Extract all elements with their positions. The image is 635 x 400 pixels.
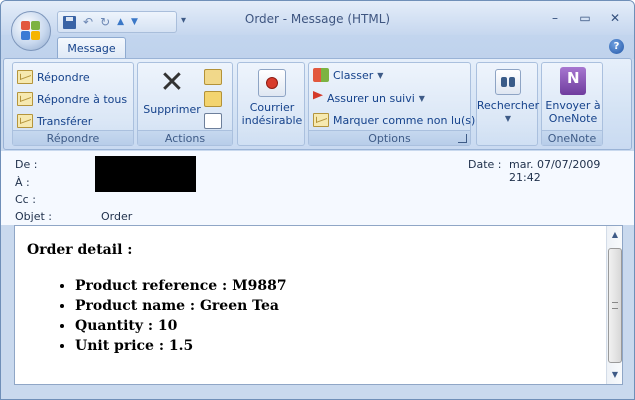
next-item-icon[interactable]: ▼	[131, 17, 138, 27]
group-label-options: Options	[309, 130, 470, 145]
minimize-button[interactable]: –	[542, 9, 568, 27]
junk-label-line2: indésirable	[241, 114, 303, 127]
help-icon[interactable]: ?	[609, 39, 624, 54]
onenote-label-line1: Envoyer à	[545, 99, 601, 112]
chevron-down-icon: ▼	[504, 114, 512, 123]
junk-mail-button[interactable]: Courrier indésirable	[241, 69, 303, 127]
find-label: Rechercher	[476, 99, 540, 112]
group-repondre: Répondre Répondre à tous Transférer Répo…	[12, 62, 134, 146]
find-button[interactable]: Rechercher ▼	[476, 69, 540, 125]
date-value: mar. 07/07/2009 21:42	[509, 158, 601, 184]
list-item: Quantity : 10	[75, 316, 287, 336]
quick-access-toolbar: ↶ ↻ ▲ ▼	[57, 11, 177, 33]
date-label: Date :	[468, 158, 502, 171]
to-label: À :	[15, 176, 30, 189]
customize-toolbar-icon[interactable]: ▾	[181, 15, 186, 26]
mark-unread-icon	[313, 113, 329, 127]
categorize-button[interactable]: Classer ▼	[313, 68, 383, 82]
window-controls: – ▭ ✕	[542, 9, 628, 27]
delete-icon: ✕	[159, 65, 185, 100]
reply-icon	[17, 70, 33, 84]
group-label-actions: Actions	[138, 130, 232, 145]
reply-label: Répondre	[37, 70, 90, 84]
subject-value: Order	[101, 210, 133, 223]
junk-mail-icon	[258, 69, 286, 97]
order-detail-list: Product reference : M9887 Product name :…	[75, 276, 287, 356]
from-label: De :	[15, 158, 38, 171]
office-logo-icon	[21, 21, 41, 41]
group-label-repondre: Répondre	[13, 130, 133, 145]
save-icon[interactable]	[63, 15, 76, 29]
mark-unread-label: Marquer comme non lu(s)	[333, 113, 476, 127]
delete-label: Supprimer	[143, 103, 201, 116]
chevron-down-icon: ▼	[377, 70, 384, 80]
undo-icon[interactable]: ↶	[83, 16, 93, 28]
reply-all-icon	[17, 92, 33, 106]
redacted-recipients	[95, 156, 196, 192]
message-header: De : À : Cc : Objet : Order Date : mar. …	[1, 151, 634, 225]
reply-all-button[interactable]: Répondre à tous	[17, 92, 127, 106]
binoculars-icon	[495, 69, 521, 95]
scroll-up-icon[interactable]: ▲	[608, 228, 622, 242]
forward-icon	[17, 114, 33, 128]
delete-button[interactable]: ✕ Supprimer	[143, 65, 201, 117]
subject-label: Objet :	[15, 210, 52, 223]
ribbon-tab-strip: Message ?	[1, 35, 634, 60]
onenote-icon: N	[560, 67, 586, 95]
cc-label: Cc :	[15, 193, 36, 206]
tab-message[interactable]: Message	[57, 37, 126, 60]
move-to-folder-icon[interactable]	[204, 69, 222, 85]
scroll-down-icon[interactable]: ▼	[608, 368, 622, 382]
categorize-label: Classer	[333, 68, 374, 82]
group-label-onenote: OneNote	[542, 130, 602, 145]
list-item: Product reference : M9887	[75, 276, 287, 296]
flag-icon	[313, 91, 323, 100]
scroll-thumb[interactable]	[608, 248, 622, 363]
ribbon: Répondre Répondre à tous Transférer Répo…	[3, 58, 632, 150]
order-heading: Order detail :	[27, 242, 133, 258]
other-actions-icon[interactable]	[204, 113, 222, 129]
junk-label-line1: Courrier	[249, 101, 295, 114]
reply-button[interactable]: Répondre	[17, 70, 90, 84]
forward-label: Transférer	[37, 114, 93, 128]
chevron-down-icon: ▼	[418, 93, 425, 103]
message-content: Order detail : Product reference : M9887…	[27, 242, 287, 356]
list-item: Unit price : 1.5	[75, 336, 287, 356]
options-launcher-icon[interactable]	[458, 134, 467, 143]
group-onenote: N Envoyer à OneNote OneNote	[541, 62, 603, 146]
group-junk: Courrier indésirable	[237, 62, 305, 146]
follow-up-label: Assurer un suivi	[327, 91, 415, 105]
title-bar: Order - Message (HTML) ↶ ↻ ▲ ▼ ▾ – ▭ ✕	[1, 1, 634, 35]
message-body[interactable]: Order detail : Product reference : M9887…	[14, 225, 623, 385]
vertical-scrollbar[interactable]: ▲ ▼	[606, 226, 622, 384]
group-find: Rechercher ▼	[476, 62, 540, 146]
follow-up-button[interactable]: Assurer un suivi ▼	[313, 91, 425, 105]
redo-icon[interactable]: ↻	[100, 16, 110, 28]
onenote-label-line2: OneNote	[548, 112, 598, 125]
previous-item-icon[interactable]: ▲	[117, 17, 124, 27]
forward-button[interactable]: Transférer	[17, 114, 92, 128]
reply-all-label: Répondre à tous	[37, 92, 128, 106]
maximize-button[interactable]: ▭	[572, 9, 598, 27]
close-button[interactable]: ✕	[602, 9, 628, 27]
group-options: Classer ▼ Assurer un suivi ▼ Marquer com…	[308, 62, 475, 146]
categorize-icon	[313, 68, 329, 82]
group-actions: ✕ Supprimer Actions	[137, 62, 233, 146]
outlook-message-window: Order - Message (HTML) ↶ ↻ ▲ ▼ ▾ – ▭ ✕ M…	[0, 0, 635, 400]
list-item: Product name : Green Tea	[75, 296, 287, 316]
office-button[interactable]	[11, 11, 51, 51]
mark-unread-button[interactable]: Marquer comme non lu(s)	[313, 113, 475, 127]
create-rule-icon[interactable]	[204, 91, 222, 107]
send-to-onenote-button[interactable]: N Envoyer à OneNote	[544, 67, 602, 125]
